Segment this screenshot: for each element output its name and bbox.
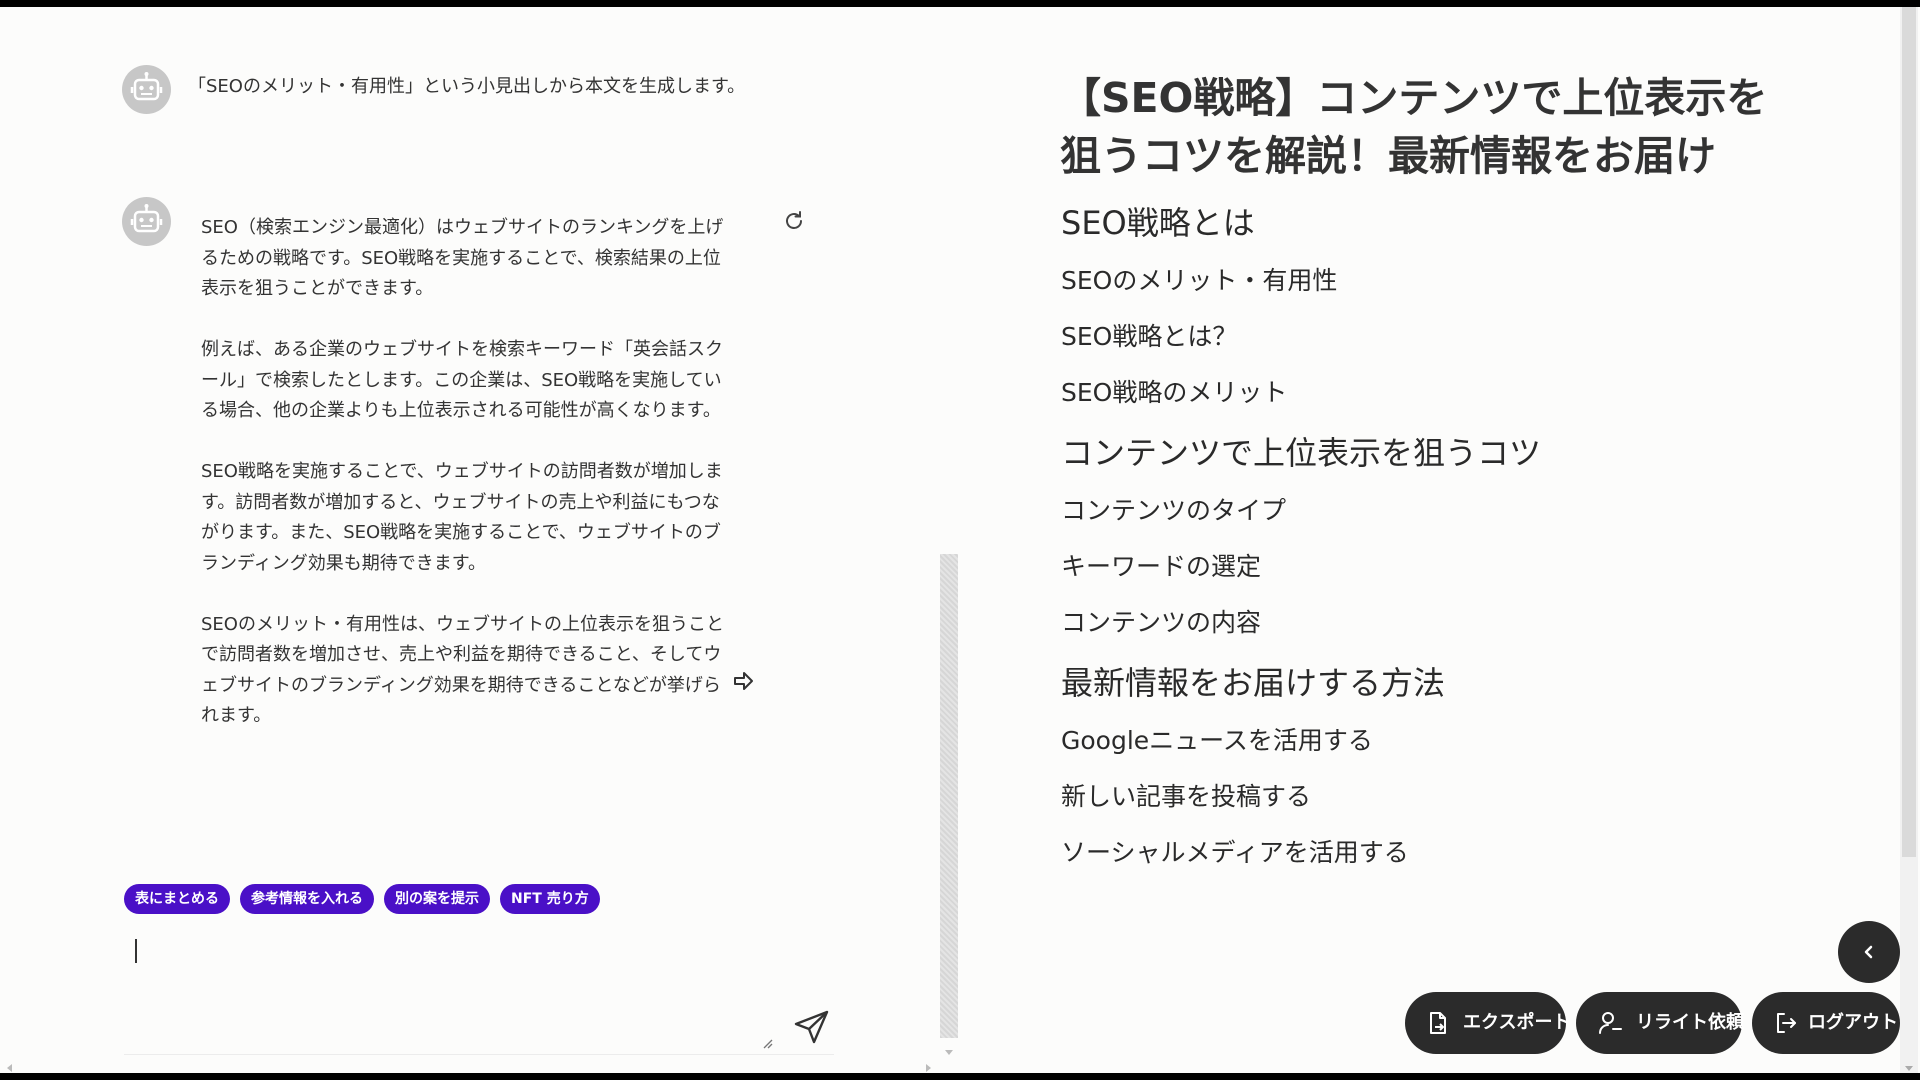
scroll-down-arrow-icon[interactable] (1903, 1059, 1915, 1071)
rewrite-request-button[interactable]: リライト依頼 (1576, 992, 1744, 1054)
message-paragraph: SEO戦略を実施することで、ウェブサイトの訪問者数が増加します。訪問者数が増加す… (201, 461, 723, 574)
chat-input[interactable] (124, 925, 764, 1043)
forward-arrow-icon[interactable] (732, 669, 756, 693)
logout-button[interactable]: ログアウト (1752, 992, 1900, 1054)
collapse-panel-button[interactable] (1838, 921, 1900, 983)
resize-handle-icon[interactable] (760, 1035, 774, 1049)
robot-icon (122, 65, 171, 114)
logout-icon (1777, 1013, 1796, 1033)
app-window: 「SEOのメリット・有用性」という小見出しから本文を生成します。 SEO（検索エ… (0, 7, 1920, 1073)
scroll-left-arrow-icon[interactable] (4, 1059, 16, 1072)
outline-subheading: キーワードの選定 (1061, 552, 1262, 581)
export-button[interactable]: エクスポート (1405, 992, 1570, 1054)
chevron-left-icon (1864, 945, 1873, 959)
chat-pane: 「SEOのメリット・有用性」という小見出しから本文を生成します。 SEO（検索エ… (0, 7, 960, 1073)
chat-message: 「SEOのメリット・有用性」という小見出しから本文を生成します。 (122, 65, 822, 125)
message-body: SEO（検索エンジン最適化）はウェブサイトのランキングを上げるための戦略です。S… (201, 213, 731, 762)
logout-label: ログアウト (1808, 1012, 1898, 1033)
scroll-right-arrow-icon[interactable] (922, 1059, 934, 1072)
page-scrollbar[interactable] (1900, 7, 1918, 1073)
outline-subheading: 新しい記事を投稿する (1061, 782, 1312, 811)
refresh-icon[interactable] (782, 209, 806, 233)
chat-input-area (124, 925, 834, 1055)
scrollbar-thumb[interactable] (1902, 7, 1916, 857)
rewrite-label: リライト依頼 (1636, 1012, 1744, 1033)
chip-add-references[interactable]: 参考情報を入れる (240, 884, 374, 914)
message-text: 「SEOのメリット・有用性」という小見出しから本文を生成します。 (188, 76, 746, 97)
outline-subheading: SEOのメリット・有用性 (1061, 266, 1338, 295)
outline-subheading: Googleニュースを活用する (1061, 726, 1373, 755)
message-paragraph: 例えば、ある企業のウェブサイトを検索キーワード「英会話スクール」で検索したとしま… (201, 339, 723, 421)
suggestion-chips: 表にまとめる 参考情報を入れる 別の案を提示 NFT 売り方 (124, 884, 600, 914)
outline-subheading: コンテンツのタイプ (1061, 496, 1287, 525)
article-title: 【SEO戦略】コンテンツで上位表示を狙うコツを解説！最新情報をお届け (1060, 74, 1768, 180)
outline-heading: 最新情報をお届けする方法 (1061, 664, 1446, 702)
user-edit-icon (1599, 1012, 1622, 1034)
outline-subheading: SEO戦略のメリット (1061, 378, 1288, 407)
file-export-icon (1430, 1012, 1446, 1034)
outline-subheading: ソーシャルメディアを活用する (1061, 838, 1409, 867)
outline-pane: 【SEO戦略】コンテンツで上位表示を狙うコツを解説！最新情報をお届け SEO戦略… (960, 7, 1920, 1073)
chip-nft[interactable]: NFT 売り方 (500, 884, 600, 914)
chat-message: SEO（検索エンジン最適化）はウェブサイトのランキングを上げるための戦略です。S… (122, 197, 822, 726)
message-paragraph: SEO（検索エンジン最適化）はウェブサイトのランキングを上げるための戦略です。S… (201, 217, 724, 299)
message-paragraph: SEOのメリット・有用性は、ウェブサイトの上位表示を狙うことで訪問者数を増加させ… (201, 613, 724, 727)
text-caret (135, 939, 137, 963)
outline-subheading: SEO戦略とは？ (1061, 322, 1238, 351)
outline-heading: コンテンツで上位表示を狙うコツ (1061, 434, 1542, 472)
article-outline: SEO戦略とは SEOのメリット・有用性 SEO戦略とは？ SEO戦略のメリット… (1061, 203, 1781, 869)
chip-summarize-table[interactable]: 表にまとめる (124, 884, 230, 914)
export-label: エクスポート (1463, 1012, 1571, 1033)
chip-alternative[interactable]: 別の案を提示 (384, 884, 490, 914)
scroll-down-arrow-icon[interactable] (943, 1043, 955, 1055)
send-icon[interactable] (792, 1007, 832, 1047)
pane-scrollbar[interactable] (940, 554, 958, 1038)
outline-subheading: コンテンツの内容 (1061, 608, 1262, 637)
outline-heading: SEO戦略とは (1061, 204, 1255, 242)
robot-icon (122, 197, 171, 246)
